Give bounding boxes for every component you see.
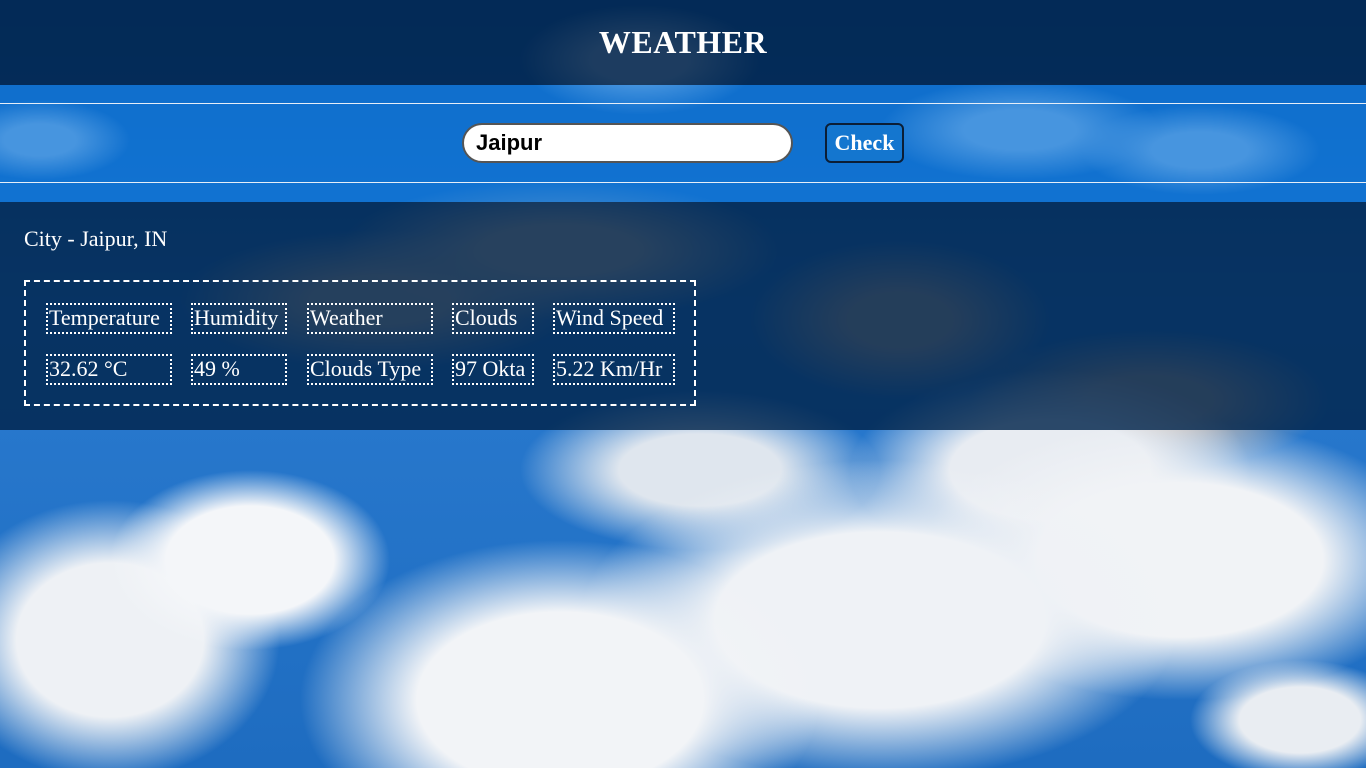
- city-name: City - Jaipur, IN: [24, 226, 168, 251]
- value-weather: Clouds Type: [307, 354, 433, 385]
- search-bar-top-divider: [0, 103, 1366, 104]
- weather-table: Temperature Humidity Weather Clouds Wind…: [24, 280, 696, 406]
- value-temperature: 32.62 °C: [46, 354, 172, 385]
- page-title: WEATHER: [598, 24, 768, 60]
- page-header: WEATHER: [0, 0, 1366, 85]
- header-temperature: Temperature: [46, 303, 172, 334]
- value-humidity: 49 %: [191, 354, 287, 385]
- weather-results-panel: City - Jaipur, IN Temperature Humidity W…: [0, 202, 1366, 430]
- search-bar: Check: [0, 85, 1366, 202]
- check-button[interactable]: Check: [825, 123, 904, 163]
- value-wind-speed: 5.22 Km/Hr: [553, 354, 675, 385]
- search-bar-bottom-divider: [0, 182, 1366, 183]
- value-clouds: 97 Okta: [452, 354, 534, 385]
- header-humidity: Humidity: [191, 303, 287, 334]
- city-search-input[interactable]: [462, 123, 793, 163]
- header-clouds: Clouds: [452, 303, 534, 334]
- header-weather: Weather: [307, 303, 433, 334]
- header-wind-speed: Wind Speed: [553, 303, 675, 334]
